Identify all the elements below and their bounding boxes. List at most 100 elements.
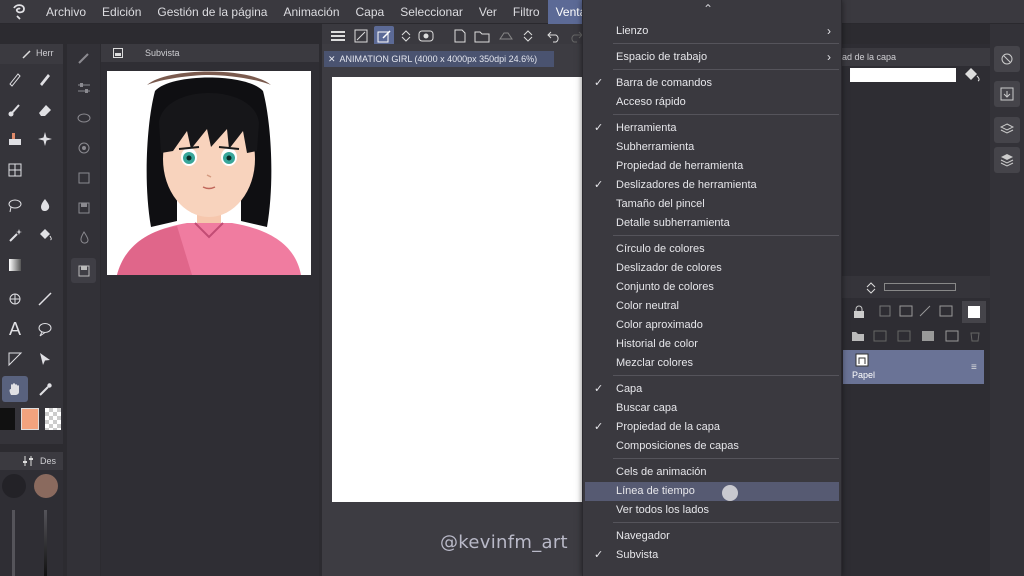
sub-color-swatch[interactable] (0, 408, 15, 430)
menu-item-historial-de-color[interactable]: Historial de color (585, 335, 839, 354)
layer-stepper-icon[interactable] (866, 281, 876, 298)
eraser-tool-icon[interactable] (32, 97, 58, 123)
menu-item-tamano-del-pincel[interactable]: Tamaño del pincel (585, 195, 839, 214)
menu-item-detalle-subherramienta[interactable]: Detalle subherramienta (585, 214, 839, 233)
brush-dot-large[interactable] (34, 474, 58, 498)
menu-seleccionar[interactable]: Seleccionar (392, 0, 471, 24)
subtool-floppy-icon[interactable] (71, 258, 96, 283)
scroll-up-icon[interactable]: ⌃ (703, 2, 713, 16)
menu-item-color-aproximado[interactable]: Color aproximado (585, 316, 839, 335)
subtool-link-icon[interactable] (71, 105, 96, 130)
subtool-pen-icon[interactable] (71, 45, 96, 70)
lasso-tool-icon[interactable] (2, 192, 28, 218)
close-tab-icon[interactable]: ✕ (328, 54, 336, 65)
menu-item-lienzo[interactable]: Lienzo › (585, 22, 839, 41)
undo-icon[interactable] (544, 26, 564, 46)
subtool-copy-icon[interactable] (71, 165, 96, 190)
menu-lines-icon[interactable] (328, 26, 348, 46)
menu-item-deslizadores-de-herramienta[interactable]: ✓ Deslizadores de herramienta (585, 176, 839, 195)
fill-tool-icon[interactable] (32, 222, 58, 248)
copy-layer-icon[interactable] (897, 330, 911, 345)
text-tool-icon[interactable]: A (2, 316, 28, 342)
transparent-color-swatch[interactable] (45, 408, 61, 430)
canvas-paper[interactable] (332, 77, 584, 502)
decoration-tool-icon[interactable] (2, 126, 28, 152)
menu-item-cels-de-animacion[interactable]: Cels de animación (585, 463, 839, 482)
stepper-icon[interactable] (396, 26, 416, 46)
menu-animacion[interactable]: Animación (275, 0, 347, 24)
frame-tool-icon[interactable] (2, 157, 28, 183)
slider-track-right[interactable] (44, 510, 47, 576)
subtool-drop-icon[interactable] (71, 225, 96, 250)
edit-canvas-icon[interactable] (374, 26, 394, 46)
menu-item-color-neutral[interactable]: Color neutral (585, 297, 839, 316)
menu-item-deslizador-de-colores[interactable]: Deslizador de colores (585, 259, 839, 278)
menu-item-mezclar-colores[interactable]: Mezclar colores (585, 354, 839, 373)
layer-menu-icon[interactable]: ≡ (971, 362, 977, 373)
stepper2-icon[interactable] (518, 26, 538, 46)
menu-edicion[interactable]: Edición (94, 0, 149, 24)
menu-item-subherramienta[interactable]: Subherramienta (585, 138, 839, 157)
menu-item-herramienta[interactable]: ✓ Herramienta (585, 119, 839, 138)
menu-item-buscar-capa[interactable]: Buscar capa (585, 399, 839, 418)
menu-item-barra-de-comandos[interactable]: ✓ Barra de comandos (585, 74, 839, 93)
fit-window-icon[interactable] (351, 26, 371, 46)
brush-dot-small[interactable] (2, 474, 26, 498)
menu-item-linea-de-tiempo[interactable]: Línea de tiempo (585, 482, 839, 501)
menu-item-propiedad-de-herramienta[interactable]: Propiedad de herramienta (585, 157, 839, 176)
menu-capa[interactable]: Capa (348, 0, 393, 24)
pen-tool-icon[interactable] (2, 66, 28, 92)
expression-color-bar[interactable] (850, 68, 956, 82)
layer-opacity-slider[interactable] (884, 283, 956, 291)
ruler-tool-icon[interactable] (2, 346, 28, 372)
open-folder-icon[interactable] (472, 26, 492, 46)
slider-track-left[interactable] (12, 510, 15, 576)
sparkle-tool-icon[interactable] (32, 126, 58, 152)
main-color-swatch[interactable] (21, 408, 39, 430)
brush-tool-icon[interactable] (2, 97, 28, 123)
transfer-icon[interactable] (945, 330, 959, 345)
subtool-save-icon[interactable] (71, 195, 96, 220)
reference-icon[interactable] (899, 305, 913, 320)
document-tab[interactable]: ✕ ANIMATION GIRL (4000 x 4000px 350dpi 2… (324, 51, 554, 67)
object-tool-icon[interactable] (32, 346, 58, 372)
menu-item-circulo-de-colores[interactable]: Círculo de colores (585, 240, 839, 259)
menu-item-navegador[interactable]: Navegador (585, 527, 839, 546)
menu-item-propiedad-de-la-capa[interactable]: ✓ Propiedad de la capa (585, 418, 839, 437)
export-icon[interactable] (994, 81, 1020, 107)
eye-icon[interactable] (416, 26, 436, 46)
balloon-tool-icon[interactable] (32, 316, 58, 342)
magic-wand-icon[interactable] (2, 222, 28, 248)
menu-ver[interactable]: Ver (471, 0, 505, 24)
subtool-settings-icon[interactable] (71, 135, 96, 160)
menu-item-ver-todos-los-lados[interactable]: Ver todos los lados (585, 501, 839, 520)
trash-icon[interactable] (969, 330, 981, 345)
draft-icon[interactable] (919, 305, 933, 320)
clip-icon[interactable] (879, 305, 891, 320)
layer-color-box[interactable] (962, 301, 986, 323)
pencil-tool-icon[interactable] (32, 66, 58, 92)
menu-item-composiciones-de-capas[interactable]: Composiciones de capas (585, 437, 839, 456)
layer-search-icon[interactable] (994, 117, 1020, 143)
hand-tool-icon[interactable] (2, 376, 28, 402)
blend-tool-icon[interactable] (32, 192, 58, 218)
subtool-sliders-icon[interactable] (71, 75, 96, 100)
mask-layer-icon[interactable] (921, 330, 935, 345)
menu-filtro[interactable]: Filtro (505, 0, 548, 24)
3d-tool-icon[interactable] (2, 286, 28, 312)
menu-item-espacio-de-trabajo[interactable]: Espacio de trabajo › (585, 48, 839, 67)
new-folder-icon[interactable] (851, 330, 865, 345)
save-icon[interactable] (496, 26, 516, 46)
menu-item-acceso-rapido[interactable]: Acceso rápido (585, 93, 839, 112)
menu-gestion-pagina[interactable]: Gestión de la página (149, 0, 275, 24)
new-file-icon[interactable] (450, 26, 470, 46)
menu-archivo[interactable]: Archivo (38, 0, 94, 24)
menu-item-conjunto-de-colores[interactable]: Conjunto de colores (585, 278, 839, 297)
mask-icon[interactable] (939, 305, 953, 320)
gradient-tool-icon[interactable] (2, 252, 28, 278)
app-logo-icon[interactable] (0, 0, 38, 24)
fill-bucket-icon[interactable] (962, 66, 982, 87)
eyedropper-tool-icon[interactable] (32, 376, 58, 402)
navigator-icon[interactable] (994, 46, 1020, 72)
menu-item-capa[interactable]: ✓ Capa (585, 380, 839, 399)
